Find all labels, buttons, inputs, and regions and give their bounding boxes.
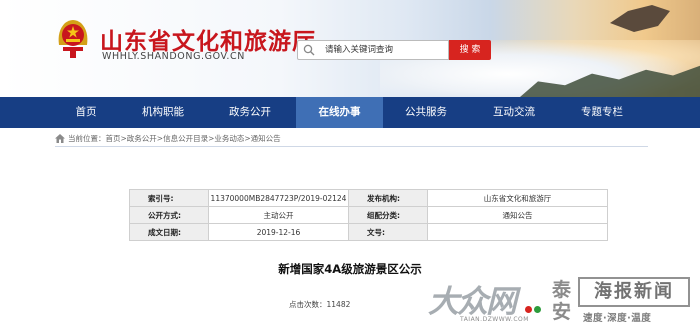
- meta-docno-label: 文号:: [348, 223, 428, 241]
- meta-category-label: 组配分类:: [348, 206, 428, 224]
- site-domain: WHHLY.SHANDONG.GOV.CN: [102, 51, 245, 62]
- site-header: 山东省文化和旅游厅 WHHLY.SHANDONG.GOV.CN 请输入关键词查询…: [0, 0, 700, 97]
- meta-date-value: 2019-12-16: [208, 223, 349, 241]
- nav-item-special-topics[interactable]: 专题专栏: [556, 97, 648, 128]
- meta-disclosure-value: 主动公开: [208, 206, 349, 224]
- main-nav: 首页 机构职能 政务公开 在线办事 公共服务 互动交流 专题专栏: [0, 97, 700, 128]
- meta-docno-value: [427, 223, 608, 241]
- view-count: 点击次数：11482: [289, 300, 351, 309]
- breadcrumb: 当前位置：首页>政务公开>信息公开目录>业务动态>通知公告: [55, 133, 281, 144]
- watermark-taian: 泰安: [552, 279, 572, 323]
- meta-publisher-label: 发布机构:: [348, 189, 428, 207]
- nav-item-interaction[interactable]: 互动交流: [468, 97, 560, 128]
- search-placeholder[interactable]: 请输入关键词查询: [325, 41, 393, 59]
- header-rock-decoration: [610, 5, 670, 32]
- meta-date-label: 成文日期:: [129, 223, 209, 241]
- watermark-red-dot: [525, 306, 532, 313]
- nav-item-public-services[interactable]: 公共服务: [380, 97, 472, 128]
- nav-item-online-services[interactable]: 在线办事: [296, 97, 383, 128]
- document-meta-table: 索引号: 11370000MB2847723P/2019-02124 发布机构:…: [129, 189, 608, 241]
- nav-item-functions[interactable]: 机构职能: [117, 97, 209, 128]
- home-icon: [55, 134, 65, 143]
- search-button[interactable]: 搜 索: [449, 40, 491, 60]
- breadcrumb-text[interactable]: 当前位置：首页>政务公开>信息公开目录>业务动态>通知公告: [68, 133, 281, 144]
- watermark-url: TAIAN.DZWWW.COM: [460, 316, 529, 323]
- watermark-brand-box: 海报新闻: [578, 277, 690, 307]
- breadcrumb-divider: [55, 146, 648, 147]
- search-icon: [303, 44, 315, 56]
- watermark-slogan: 速度·深度·温度: [583, 313, 652, 324]
- meta-publisher-value: 山东省文化和旅游厅: [427, 189, 608, 207]
- nav-item-gov-affairs[interactable]: 政务公开: [204, 97, 296, 128]
- meta-index-label: 索引号:: [129, 189, 209, 207]
- watermark-green-dot: [534, 306, 541, 313]
- meta-category-value: 通知公告: [427, 206, 608, 224]
- watermark: 大众网 TAIAN.DZWWW.COM 泰安 海报新闻 速度·深度·温度: [395, 275, 700, 326]
- national-emblem-icon[interactable]: [55, 17, 91, 59]
- meta-index-value: 11370000MB2847723P/2019-02124: [208, 189, 349, 207]
- watermark-logo-text: 大众网: [428, 284, 517, 320]
- meta-disclosure-label: 公开方式:: [129, 206, 209, 224]
